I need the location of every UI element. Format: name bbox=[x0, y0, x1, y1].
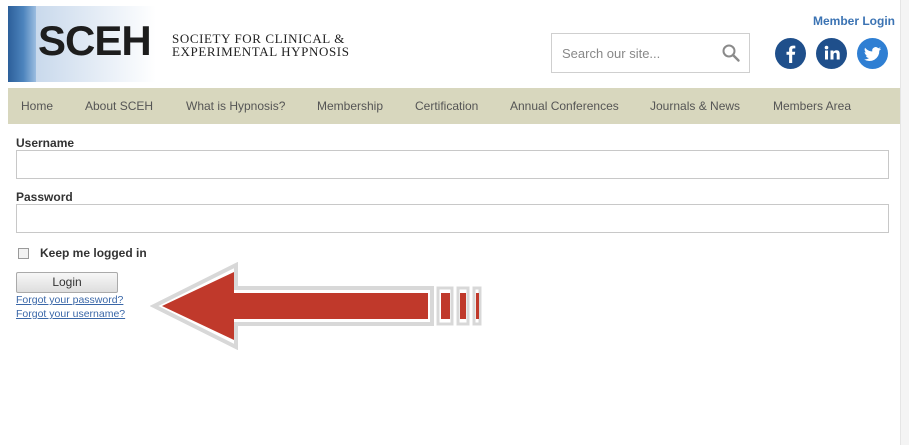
search-icon[interactable] bbox=[721, 43, 741, 63]
username-field[interactable] bbox=[16, 150, 889, 179]
logo-abbreviation: SCEH bbox=[38, 17, 152, 64]
red-arrow-annotation bbox=[150, 262, 482, 350]
forgot-username-link[interactable]: Forgot your username? bbox=[16, 308, 125, 320]
nav-item-members-area[interactable]: Members Area bbox=[773, 88, 851, 124]
arrow-stripe-1 bbox=[441, 293, 450, 319]
nav-item-about[interactable]: About SCEH bbox=[85, 88, 153, 124]
nav-item-journals-news[interactable]: Journals & News bbox=[650, 88, 740, 124]
forgot-password-link[interactable]: Forgot your password? bbox=[16, 294, 123, 306]
site-search bbox=[551, 33, 750, 73]
site-header: SCEH Society for Clinical & Experimental… bbox=[0, 0, 909, 88]
nav-item-certification[interactable]: Certification bbox=[415, 88, 478, 124]
member-login-link[interactable]: Member Login bbox=[813, 14, 895, 28]
nav-item-what-is-hypnosis[interactable]: What is Hypnosis? bbox=[186, 88, 285, 124]
twitter-icon[interactable] bbox=[857, 38, 888, 69]
main-nav: Home About SCEH What is Hypnosis? Member… bbox=[8, 88, 901, 124]
password-label: Password bbox=[16, 190, 73, 204]
logo-name-line2: Experimental Hypnosis bbox=[172, 44, 350, 59]
arrow-stripe-2 bbox=[460, 293, 466, 319]
search-input[interactable] bbox=[552, 34, 712, 72]
nav-item-annual-conferences[interactable]: Annual Conferences bbox=[510, 88, 619, 124]
window-edge bbox=[900, 0, 909, 445]
remember-me-checkbox[interactable] bbox=[18, 247, 29, 259]
password-field[interactable] bbox=[16, 204, 889, 233]
nav-item-home[interactable]: Home bbox=[21, 88, 53, 124]
logo-accent-bar bbox=[8, 6, 36, 82]
nav-item-membership[interactable]: Membership bbox=[317, 88, 383, 124]
arrow-stripe-3 bbox=[476, 293, 479, 319]
username-label: Username bbox=[16, 136, 75, 150]
login-button[interactable]: Login bbox=[16, 272, 118, 293]
sceh-logo[interactable]: SCEH Society for Clinical & Experimental… bbox=[8, 6, 380, 82]
remember-me: Keep me logged in bbox=[18, 246, 147, 260]
facebook-icon[interactable] bbox=[775, 38, 806, 69]
remember-me-label: Keep me logged in bbox=[40, 246, 147, 260]
linkedin-icon[interactable] bbox=[816, 38, 847, 69]
